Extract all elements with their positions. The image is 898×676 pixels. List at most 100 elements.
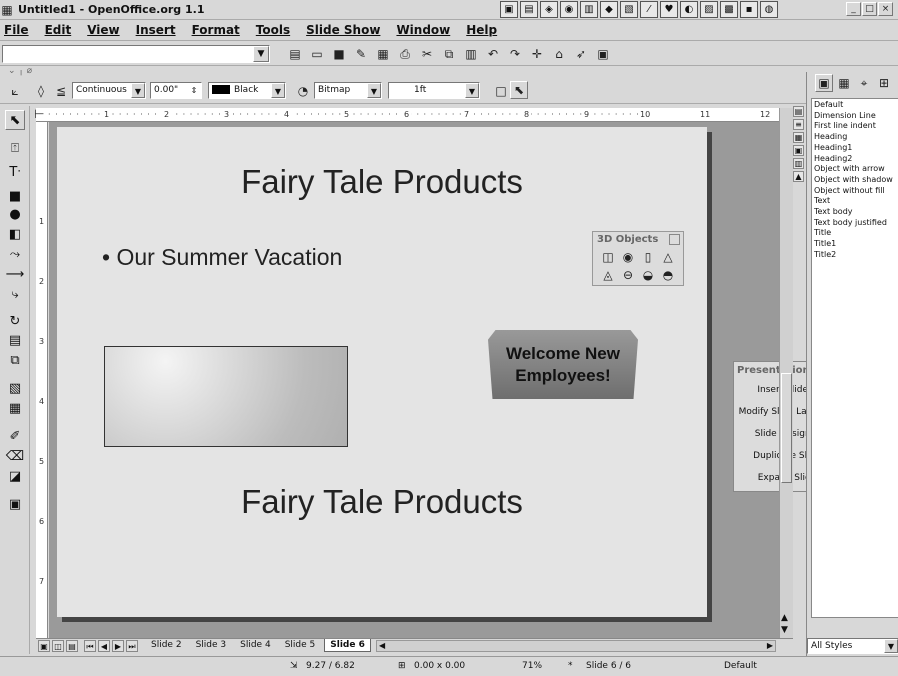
prev-tab-icon[interactable]: ◀ (98, 640, 110, 652)
toolbar-collapse-handle[interactable]: ⌄ ╷ ⌀ (0, 66, 80, 78)
scroll-down-icon[interactable]: ▼ (781, 625, 788, 635)
menu-insert[interactable]: Insert (136, 23, 176, 37)
pyramid-icon[interactable]: ◬ (599, 266, 617, 283)
interaction-icon[interactable]: ⌫ (5, 446, 25, 466)
tab-slide-3[interactable]: Slide 3 (191, 639, 232, 652)
style-filter-select[interactable]: All Styles ▼ (807, 638, 898, 654)
ellipse-icon[interactable]: ● (5, 204, 25, 224)
vertical-ruler[interactable]: 1 2 3 4 5 6 7 (36, 122, 48, 638)
bullet-item[interactable]: • Our Summer Vacation (102, 244, 342, 271)
half-sphere-icon[interactable]: ◓ (659, 266, 677, 283)
data-sources-icon[interactable]: ▣ (594, 45, 612, 63)
tab-slide-5[interactable]: Slide 5 (280, 639, 321, 652)
tray-icon[interactable]: ◉ (560, 1, 578, 18)
list-item[interactable]: Heading2 (814, 154, 896, 165)
horizontal-ruler[interactable]: ⊢ · · · · · · · · · · · · · · · · · · · … (34, 107, 781, 122)
area-value-select[interactable]: 1ft ▼ (388, 82, 480, 99)
zoom-icon[interactable]: ⍐ (5, 138, 25, 158)
tab-slide-2[interactable]: Slide 2 (146, 639, 187, 652)
3d-controller-icon[interactable]: ✐ (5, 426, 25, 446)
insert-icon[interactable]: ▧ (5, 378, 25, 398)
copy-icon[interactable]: ⧉ (440, 45, 458, 63)
list-item[interactable]: Object with shadow (814, 175, 896, 186)
list-item[interactable]: First line indent (814, 121, 896, 132)
new-document-icon[interactable]: ▤ (286, 45, 304, 63)
rotate-icon[interactable]: ↻ (5, 311, 25, 331)
close-button[interactable]: × (878, 2, 893, 16)
url-combo[interactable]: ▼ (2, 45, 270, 63)
handout-view-icon[interactable]: ▣ (793, 145, 804, 156)
layer-mode-icon[interactable]: ◫ (52, 640, 64, 652)
first-tab-icon[interactable]: ⏮ (84, 640, 96, 652)
chevron-down-icon[interactable]: ▼ (271, 83, 285, 98)
menu-help[interactable]: Help (466, 23, 497, 37)
tray-icon[interactable]: ▤ (520, 1, 538, 18)
tray-icon[interactable]: ▣ (500, 1, 518, 18)
list-item[interactable]: Text (814, 196, 896, 207)
list-item[interactable]: Object with arrow (814, 164, 896, 175)
tray-icon[interactable]: ▥ (580, 1, 598, 18)
tray-icon[interactable]: ◍ (760, 1, 778, 18)
cube-icon[interactable]: ◫ (599, 248, 617, 265)
shadow-icon[interactable]: □ (492, 82, 510, 100)
drawing-mode-icon[interactable]: ▣ (38, 640, 50, 652)
slide-show-icon[interactable]: ▣ (5, 494, 25, 514)
list-item[interactable]: Text body (814, 207, 896, 218)
chevron-down-icon[interactable]: ▼ (131, 83, 145, 98)
list-item[interactable]: Heading (814, 132, 896, 143)
chevron-down-icon[interactable]: ▼ (465, 83, 479, 98)
close-icon[interactable] (669, 234, 680, 245)
drawing-view-icon[interactable]: ▤ (793, 106, 804, 117)
tray-icon[interactable]: ▨ (700, 1, 718, 18)
horizontal-scrollbar[interactable]: ◀ ▶ (376, 640, 776, 652)
list-item[interactable]: Heading1 (814, 143, 896, 154)
welcome-shape[interactable]: Welcome New Employees! (488, 330, 638, 399)
effects-icon[interactable]: ▦ (5, 398, 25, 418)
torus-icon[interactable]: ⊖ (619, 266, 637, 283)
tray-icon[interactable]: ▪ (740, 1, 758, 18)
styles-list[interactable]: Default Dimension Line First line indent… (811, 98, 898, 618)
minimize-button[interactable]: _ (846, 2, 861, 16)
master-mode-icon[interactable]: ▤ (66, 640, 78, 652)
chevron-down-icon[interactable]: ▼ (367, 83, 381, 98)
line-style-select[interactable]: Continuous ▼ (72, 82, 146, 99)
3d-effects-icon[interactable]: ◪ (5, 466, 25, 486)
zoom-level[interactable]: 71% (522, 661, 542, 671)
tray-icon[interactable]: ◐ (680, 1, 698, 18)
line-icon[interactable]: ⟀ (6, 82, 24, 100)
shell-icon[interactable]: ◒ (639, 266, 657, 283)
slide-canvas[interactable]: Fairy Tale Products • Our Summer Vacatio… (49, 122, 779, 638)
bottom-title[interactable]: Fairy Tale Products (57, 483, 707, 521)
connector-icon[interactable]: ⤷ (5, 284, 25, 304)
3d-objects-icon[interactable]: ◧ (5, 224, 25, 244)
redo-icon[interactable]: ↷ (506, 45, 524, 63)
graphic-styles-icon[interactable]: ▣ (815, 74, 833, 92)
tray-icon[interactable]: ▧ (620, 1, 638, 18)
fill-format-icon[interactable]: ⌖ (855, 74, 873, 92)
menu-tools[interactable]: Tools (256, 23, 290, 37)
edit-file-icon[interactable]: ✎ (352, 45, 370, 63)
alignment-icon[interactable]: ▤ (5, 330, 25, 350)
tab-stop-icon[interactable]: ⊢ (34, 107, 44, 121)
navigator-icon[interactable]: ✛ (528, 45, 546, 63)
menu-window[interactable]: Window (396, 23, 450, 37)
tab-slide-6[interactable]: Slide 6 (324, 639, 371, 652)
line-width-field[interactable]: 0.00" ⇕ (150, 82, 202, 99)
arrange-icon[interactable]: ⧉ (5, 350, 25, 370)
menu-file[interactable]: File (4, 23, 29, 37)
spin-icon[interactable]: ⇕ (187, 83, 201, 98)
pointer-icon[interactable]: ⬉ (510, 81, 528, 99)
stylist-icon[interactable]: ⌂ (550, 45, 568, 63)
curve-icon[interactable]: ⤳ (5, 244, 25, 264)
list-item[interactable]: Object without fill (814, 186, 896, 197)
area-icon[interactable]: ◔ (294, 82, 312, 100)
line-color-select[interactable]: Black ▼ (208, 82, 286, 99)
scroll-up-icon[interactable]: ▲ (781, 613, 788, 623)
tray-icon[interactable]: ⁄ (640, 1, 658, 18)
list-item[interactable]: Title2 (814, 250, 896, 261)
list-item[interactable]: Dimension Line (814, 111, 896, 122)
next-tab-icon[interactable]: ▶ (112, 640, 124, 652)
lines-arrows-icon[interactable]: ⟶ (5, 264, 25, 284)
cylinder-icon[interactable]: ▯ (639, 248, 657, 265)
cone-icon[interactable]: △ (659, 248, 677, 265)
